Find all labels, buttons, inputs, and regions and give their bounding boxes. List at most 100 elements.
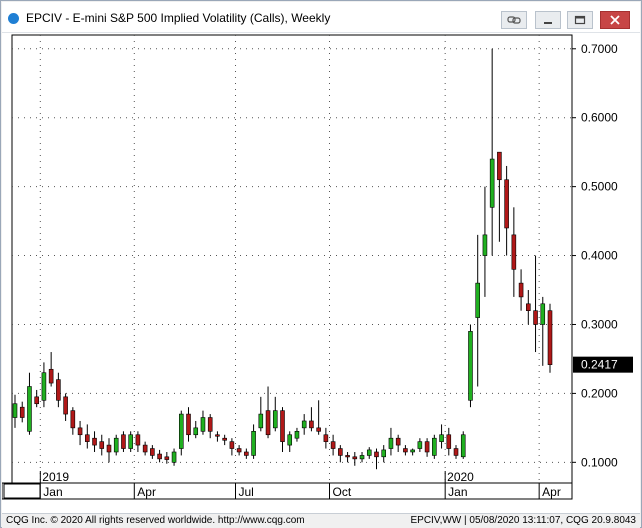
candle-down[interactable] [497, 151, 502, 181]
maximize-button[interactable] [567, 11, 593, 29]
window-title: EPCIV - E-mini S&P 500 Implied Volatilit… [26, 11, 331, 25]
candle-down[interactable] [352, 456, 358, 460]
scroll-thumb[interactable] [3, 483, 41, 499]
candle-up[interactable] [272, 410, 278, 429]
candle-down[interactable] [395, 437, 401, 446]
candle-up[interactable] [128, 434, 133, 449]
candle-down[interactable] [70, 410, 76, 429]
minimize-button[interactable] [535, 11, 561, 29]
candle-up[interactable] [113, 437, 119, 453]
candle-down[interactable] [547, 310, 553, 365]
candle-up[interactable] [294, 431, 300, 439]
candle-down[interactable] [215, 434, 220, 437]
candle-down[interactable] [77, 427, 83, 436]
candle-down[interactable] [309, 420, 314, 429]
candle-up[interactable] [540, 303, 546, 325]
candle-down[interactable] [121, 434, 126, 449]
candle-up[interactable] [410, 449, 415, 453]
candle-down[interactable] [63, 396, 68, 415]
candle-up[interactable] [381, 449, 387, 458]
candle-up[interactable] [468, 331, 473, 401]
candle-down[interactable] [330, 441, 336, 449]
candle-up[interactable] [193, 427, 199, 436]
app-icon [8, 13, 19, 24]
price-tick-label: 0.1000 [581, 455, 618, 469]
candle-down[interactable] [323, 434, 329, 442]
candle-down[interactable] [135, 434, 141, 446]
candle-down[interactable] [34, 396, 39, 405]
candle-up[interactable] [359, 455, 365, 460]
candlestick-chart[interactable]: 0.7000 0.6000 0.5000 0.4000 0.3000 0.2000 0.10… [2, 33, 640, 513]
candle-down[interactable] [533, 310, 538, 325]
candle-down[interactable] [142, 444, 148, 453]
month-label: Jan [43, 485, 62, 499]
candle-down[interactable] [99, 441, 105, 449]
close-icon [610, 15, 620, 25]
candle-down[interactable] [244, 451, 249, 456]
price-tick-label: 0.7000 [581, 42, 618, 56]
candle-down[interactable] [345, 455, 350, 458]
candle-up[interactable] [475, 282, 480, 318]
minimize-icon [544, 22, 552, 24]
candle-down[interactable] [453, 448, 459, 456]
candle-up[interactable] [388, 437, 394, 449]
candle-down[interactable] [157, 453, 162, 460]
candle-down[interactable] [56, 379, 61, 401]
candle-up[interactable] [27, 386, 32, 432]
time-axis[interactable] [2, 482, 573, 500]
candle-down[interactable] [265, 410, 271, 436]
candle-down[interactable] [229, 441, 235, 449]
candle-up[interactable] [482, 234, 488, 256]
candle-down[interactable] [207, 417, 213, 432]
candle-down[interactable] [85, 434, 90, 442]
candle-down[interactable] [403, 448, 408, 453]
candle-down[interactable] [316, 427, 321, 432]
candle-down[interactable] [374, 451, 379, 458]
candle-up[interactable] [439, 434, 444, 442]
price-tick-label: 0.5000 [581, 180, 618, 194]
candle-up[interactable] [41, 372, 47, 401]
chart-area[interactable]: 0.7000 0.6000 0.5000 0.4000 0.3000 0.2000 0.10… [2, 33, 640, 513]
candle-down[interactable] [150, 448, 155, 456]
candle-down[interactable] [92, 437, 97, 446]
copyright-text: CQG Inc. © 2020 All rights reserved worl… [6, 515, 305, 526]
candle-down[interactable] [446, 434, 452, 449]
candle-down[interactable] [518, 282, 524, 298]
candle-down[interactable] [186, 413, 191, 436]
close-button[interactable] [600, 11, 630, 29]
link-button[interactable] [501, 11, 527, 29]
candle-up[interactable] [251, 431, 256, 456]
symbol-timestamp: EPCIV,WW | 05/08/2020 13:11:07, CQG 20.9… [410, 515, 636, 526]
candle-down[interactable] [511, 234, 517, 270]
link-icon [507, 16, 521, 24]
year-label: 2020 [447, 470, 474, 484]
candle-up[interactable] [301, 420, 307, 429]
month-label: Apr [542, 485, 561, 499]
last-price-label: 0.2417 [581, 358, 618, 372]
candle-up[interactable] [178, 413, 184, 449]
candle-up[interactable] [366, 449, 372, 456]
candle-up[interactable] [12, 403, 18, 418]
candle-down[interactable] [164, 456, 170, 460]
candle-down[interactable] [106, 444, 112, 453]
candle-down[interactable] [222, 437, 227, 441]
candle-up[interactable] [200, 417, 206, 432]
candle-up[interactable] [460, 434, 466, 458]
candle-down[interactable] [48, 368, 54, 384]
price-tick-label: 0.6000 [581, 111, 618, 125]
candle-down[interactable] [338, 448, 343, 456]
candle-down[interactable] [280, 410, 285, 442]
candle-down[interactable] [424, 441, 430, 453]
candle-up[interactable] [258, 413, 264, 429]
candle-up[interactable] [417, 441, 423, 449]
candle-down[interactable] [504, 179, 509, 229]
title-bar[interactable]: EPCIV - E-mini S&P 500 Implied Volatilit… [2, 2, 640, 33]
price-tick-label: 0.2000 [581, 386, 618, 400]
candle-up[interactable] [171, 451, 177, 463]
candle-down[interactable] [236, 448, 242, 453]
candle-up[interactable] [489, 158, 495, 208]
candle-down[interactable] [526, 303, 531, 311]
candle-down[interactable] [19, 406, 25, 418]
candle-up[interactable] [287, 434, 293, 446]
candle-up[interactable] [432, 437, 437, 456]
